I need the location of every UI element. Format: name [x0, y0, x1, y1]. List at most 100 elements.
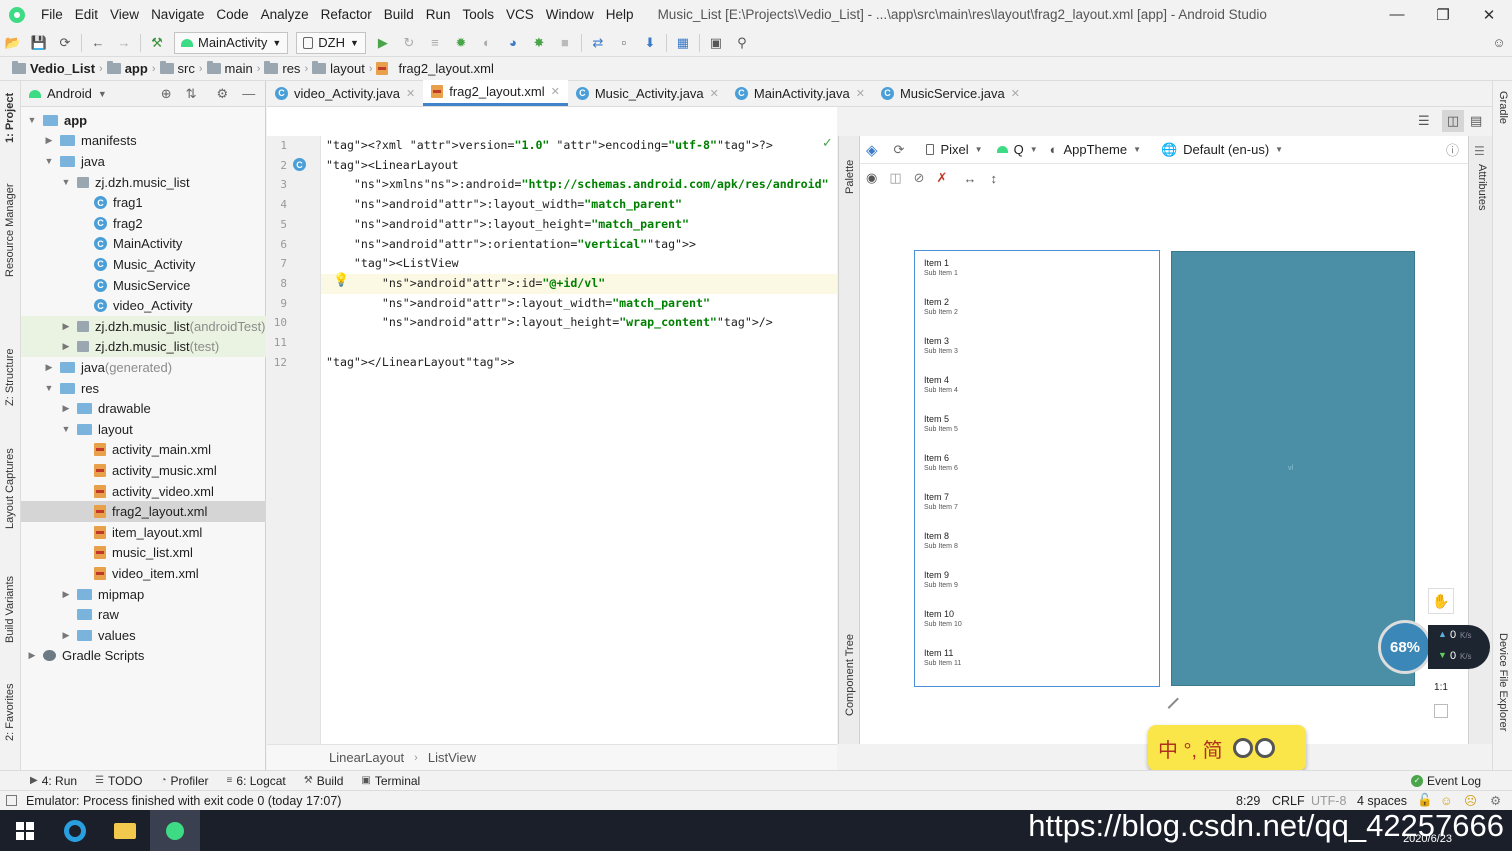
collapsed-arrow-icon[interactable]: ▶: [27, 650, 37, 661]
expanded-arrow-icon[interactable]: ▼: [44, 156, 54, 166]
zoom-fit-screen-icon[interactable]: [1434, 704, 1448, 718]
code-line[interactable]: "tag"></LinearLayout"tag">>: [326, 353, 514, 373]
autoconnect-magnet-icon[interactable]: ⊘: [914, 170, 925, 186]
line-ending[interactable]: CRLF: [1272, 794, 1305, 808]
collapsed-arrow-icon[interactable]: ▶: [61, 403, 71, 414]
tree-item[interactable]: ▼ zj.dzh.music_list: [21, 172, 266, 193]
code-line[interactable]: "ns">android"attr">:layout_height="match…: [326, 215, 689, 235]
menu-analyze[interactable]: Analyze: [255, 0, 315, 29]
breadcrumb-linearlayout[interactable]: LinearLayout: [329, 750, 404, 765]
breadcrumb-listview[interactable]: ListView: [428, 750, 476, 765]
nav-crumb[interactable]: res: [260, 61, 304, 76]
expanded-arrow-icon[interactable]: ▼: [27, 115, 37, 125]
menu-window[interactable]: Window: [540, 0, 600, 29]
maximize-button[interactable]: ❐: [1420, 0, 1466, 29]
nav-crumb[interactable]: app: [103, 61, 152, 76]
project-tool-tab[interactable]: 1: Project: [4, 93, 16, 143]
editor-tab[interactable]: C MusicService.java ✕: [873, 80, 1028, 106]
collapsed-arrow-icon[interactable]: ▶: [61, 341, 71, 352]
close-tab-icon[interactable]: ✕: [856, 87, 865, 100]
menu-vcs[interactable]: VCS: [500, 0, 540, 29]
settings-gear-icon[interactable]: ⚙: [217, 86, 229, 102]
close-window-button[interactable]: ✕: [1466, 0, 1512, 29]
tree-item[interactable]: C Music_Activity: [21, 254, 266, 275]
code-line[interactable]: "tag"><ListView: [326, 254, 459, 274]
view-options-eye-icon[interactable]: ◉: [866, 170, 877, 186]
tree-item[interactable]: ▶ zj.dzh.music_list (test): [21, 336, 266, 358]
warning-info-icon[interactable]: ⓘ: [1446, 140, 1459, 159]
open-folder-icon[interactable]: 📂: [0, 32, 26, 54]
close-tab-icon[interactable]: ✕: [1011, 87, 1020, 100]
menu-edit[interactable]: Edit: [69, 0, 104, 29]
run-with-coverage-icon[interactable]: ◐: [474, 32, 500, 54]
tree-item[interactable]: activity_video.xml: [21, 481, 266, 502]
tree-item[interactable]: ▼ java: [21, 151, 266, 172]
gradle-tool-tab[interactable]: Gradle: [1497, 91, 1509, 124]
editor-tab[interactable]: frag2_layout.xml ✕: [423, 80, 568, 106]
locate-file-icon[interactable]: ⊕: [161, 86, 172, 102]
windows-start-icon[interactable]: [0, 810, 50, 851]
sync-icon[interactable]: ⟳: [52, 32, 78, 54]
build-variants-tool-tab[interactable]: Build Variants: [4, 576, 16, 643]
android-studio-taskbar-icon[interactable]: [150, 810, 200, 851]
expanded-arrow-icon[interactable]: ▼: [44, 383, 54, 393]
sync-gradle-icon[interactable]: ⇄: [585, 32, 611, 54]
collapsed-arrow-icon[interactable]: ▶: [44, 362, 54, 373]
tree-item[interactable]: activity_music.xml: [21, 460, 266, 481]
resize-handle-icon[interactable]: [1159, 689, 1179, 709]
intention-bulb-icon[interactable]: 💡: [333, 272, 349, 288]
tree-item[interactable]: ▶ values: [21, 625, 266, 646]
design-view-icon[interactable]: ▤: [1470, 113, 1482, 129]
palette-panel-icon[interactable]: ☰: [1474, 144, 1485, 158]
apply-code-changes-icon[interactable]: ≡: [422, 32, 448, 54]
debug-icon[interactable]: ✹: [448, 32, 474, 54]
menu-navigate[interactable]: Navigate: [145, 0, 210, 29]
pack-horizontal-icon[interactable]: ↔: [963, 171, 976, 186]
device-file-explorer-tool-tab[interactable]: Device File Explorer: [1497, 633, 1509, 731]
code-line[interactable]: "tag"><LinearLayout: [326, 156, 459, 176]
code-editor[interactable]: 1 2 3 4 5 6 7 8 9 10 11 12 "tag"><?xml "attr">versi…: [267, 135, 837, 744]
tree-item[interactable]: ▼ app: [21, 110, 266, 131]
project-structure-icon[interactable]: ▦: [670, 32, 696, 54]
nav-crumb[interactable]: frag2_layout.xml: [372, 61, 497, 76]
layers-icon[interactable]: ◈: [866, 141, 878, 159]
tree-item[interactable]: C MusicService: [21, 275, 266, 296]
menu-run[interactable]: Run: [420, 0, 457, 29]
collapse-all-icon[interactable]: ⇅: [186, 86, 197, 102]
device-dropdown[interactable]: DZH ▼: [296, 31, 366, 54]
resource-manager-tool-tab[interactable]: Resource Manager: [4, 183, 16, 277]
event-log-button[interactable]: ✓ Event Log: [1411, 774, 1481, 788]
palette-tab[interactable]: Palette: [844, 160, 856, 194]
code-line[interactable]: "ns">android"attr">:layout_width="match_…: [326, 195, 682, 215]
tree-item[interactable]: ▶ Gradle Scripts: [21, 646, 266, 667]
code-line[interactable]: "ns">android"attr">:orientation="vertica…: [326, 235, 696, 255]
apply-changes-icon[interactable]: ↻: [396, 32, 422, 54]
api-level-selector[interactable]: Q: [1014, 142, 1024, 157]
split-view-icon[interactable]: ◫: [1442, 110, 1464, 132]
menu-refactor[interactable]: Refactor: [315, 0, 378, 29]
tree-item[interactable]: ▶ mipmap: [21, 584, 266, 605]
editor-tab[interactable]: C MainActivity.java ✕: [727, 80, 873, 106]
bottom-tool-button[interactable]: ▣ Terminal: [361, 774, 420, 788]
zoom-to-fit-button[interactable]: 1:1: [1428, 676, 1454, 698]
nav-crumb[interactable]: src: [156, 61, 199, 76]
tree-item[interactable]: item_layout.xml: [21, 522, 266, 543]
tree-item[interactable]: ▼ res: [21, 378, 266, 399]
tree-item[interactable]: Cvideo_Activity: [21, 295, 266, 316]
code-line[interactable]: "ns">android"attr">:id="@+id/vl": [326, 274, 605, 294]
sad-face-icon[interactable]: ☹: [1464, 793, 1477, 808]
menu-help[interactable]: Help: [600, 0, 640, 29]
tree-item[interactable]: video_item.xml: [21, 563, 266, 584]
minimize-button[interactable]: —: [1374, 0, 1420, 29]
pack-vertical-icon[interactable]: ↕: [990, 171, 997, 186]
file-encoding[interactable]: UTF-8: [1311, 794, 1346, 808]
code-view-icon[interactable]: ☰: [1418, 113, 1430, 129]
tree-item[interactable]: activity_main.xml: [21, 440, 266, 461]
happy-face-icon[interactable]: ☺: [1440, 794, 1453, 808]
profile-icon[interactable]: ◕: [500, 32, 526, 54]
bottom-tool-button[interactable]: ◔ Profiler: [160, 774, 208, 788]
theme-selector[interactable]: AppTheme: [1063, 142, 1127, 157]
editor-tab[interactable]: Cvideo_Activity.java ✕: [267, 80, 423, 106]
attributes-tab[interactable]: Attributes: [1476, 164, 1488, 210]
tree-item[interactable]: ▶ java (generated): [21, 357, 266, 378]
